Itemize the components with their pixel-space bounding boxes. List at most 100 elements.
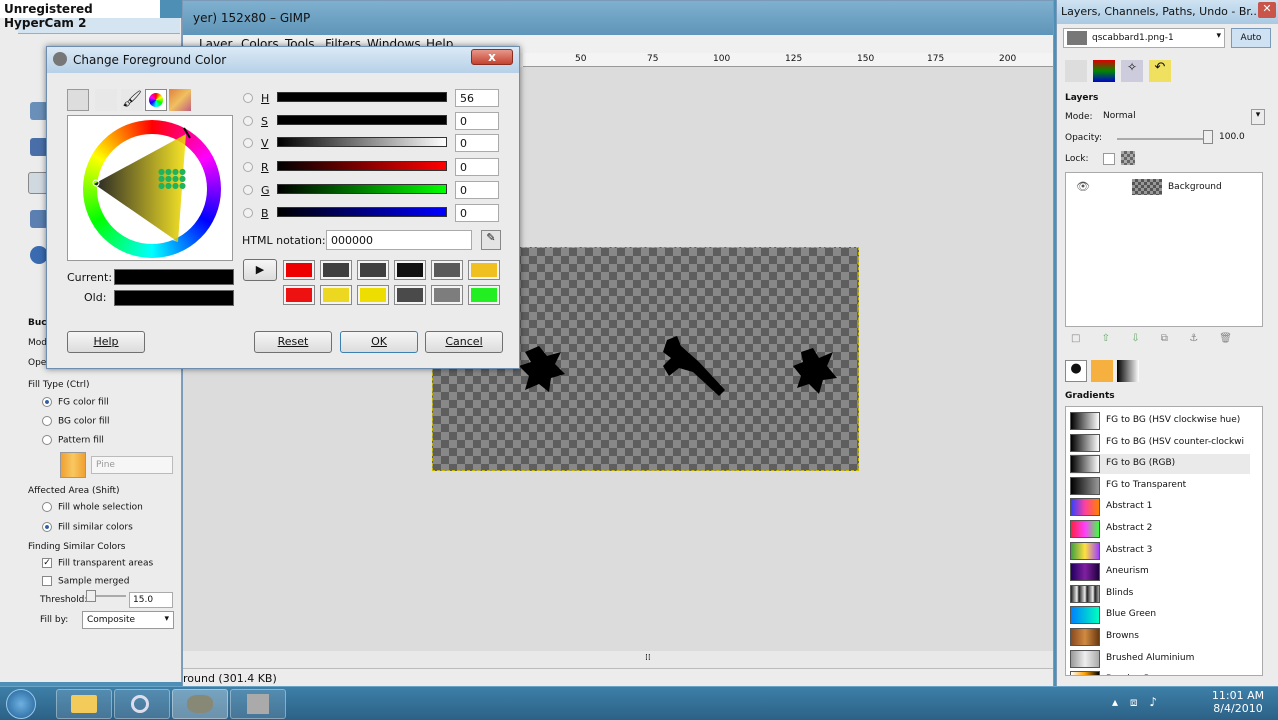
dock-titlebar[interactable]: Layers, Channels, Paths, Undo - Br... bbox=[1057, 0, 1278, 24]
sample-merged-option[interactable]: Sample merged bbox=[42, 576, 129, 587]
watercolor-brush-icon[interactable]: 🖌 bbox=[121, 89, 143, 111]
brushes-tab-icon[interactable]: ● bbox=[1065, 360, 1087, 382]
pattern-fill-option[interactable]: Pattern fill bbox=[42, 435, 104, 446]
green-slider[interactable] bbox=[277, 184, 447, 194]
ok-button[interactable]: OK bbox=[340, 331, 418, 353]
slider-row-value[interactable]: V 0 bbox=[243, 134, 505, 154]
fill-whole-selection-option[interactable]: Fill whole selection bbox=[42, 502, 143, 513]
hypercam-taskbar-icon[interactable] bbox=[230, 689, 286, 719]
checkbox-fill-transparent[interactable]: ✓ bbox=[42, 558, 52, 568]
radio-s[interactable] bbox=[243, 116, 253, 126]
hue-slider[interactable] bbox=[277, 92, 447, 102]
history-swatch[interactable] bbox=[320, 285, 352, 305]
slider-row-blue[interactable]: B 0 bbox=[243, 204, 505, 224]
radio-fill-similar-colors[interactable] bbox=[42, 522, 52, 532]
patterns-tab-icon[interactable] bbox=[1091, 360, 1113, 382]
green-spin[interactable]: 0 bbox=[455, 181, 499, 199]
color-wheel-tab-icon[interactable] bbox=[145, 89, 167, 111]
image-select[interactable]: qscabbard1.png-1 ▾ bbox=[1063, 28, 1225, 48]
radio-fill-whole-selection[interactable] bbox=[42, 502, 52, 512]
undo-tab-icon[interactable]: ↶ bbox=[1149, 60, 1171, 82]
gradient-list-item[interactable]: Brushed Aluminium bbox=[1070, 649, 1250, 669]
dock-close-icon[interactable]: ✕ bbox=[1258, 2, 1276, 18]
gimp-selector-tab-icon[interactable] bbox=[67, 89, 89, 111]
clock[interactable]: 11:01 AM 8/4/2010 bbox=[1210, 689, 1266, 715]
gradient-list-item[interactable]: Blue Green bbox=[1070, 605, 1250, 625]
history-swatch[interactable] bbox=[283, 285, 315, 305]
slider-row-hue[interactable]: H 56 bbox=[243, 89, 505, 109]
gradient-list-item[interactable]: Blinds bbox=[1070, 584, 1250, 604]
radio-h[interactable] bbox=[243, 93, 253, 103]
layer-row-background[interactable]: 👁 Background bbox=[1066, 177, 1262, 199]
start-button[interactable] bbox=[6, 689, 36, 719]
palette-tab-icon[interactable] bbox=[169, 89, 191, 111]
add-to-history-button[interactable]: ▶ bbox=[243, 259, 277, 281]
gradient-list-item[interactable]: FG to BG (RGB) bbox=[1070, 454, 1250, 475]
saturation-slider[interactable] bbox=[277, 115, 447, 125]
close-button[interactable]: x bbox=[471, 49, 513, 65]
radio-g[interactable] bbox=[243, 185, 253, 195]
radio-pattern-fill[interactable] bbox=[42, 435, 52, 445]
cancel-button[interactable]: Cancel bbox=[425, 331, 503, 353]
scrollbar-grip[interactable]: ⁞⁞ bbox=[645, 653, 651, 663]
threshold-spin[interactable]: 15.0 bbox=[129, 592, 173, 608]
gradient-list-item[interactable]: Browns bbox=[1070, 627, 1250, 647]
saturation-spin[interactable]: 0 bbox=[455, 112, 499, 130]
hue-spin[interactable]: 56 bbox=[455, 89, 499, 107]
duplicate-layer-icon[interactable]: ⧉ bbox=[1161, 333, 1168, 344]
slider-row-green[interactable]: G 0 bbox=[243, 181, 505, 201]
fg-color-fill-option[interactable]: FG color fill bbox=[42, 397, 109, 408]
help-button[interactable]: Help bbox=[67, 331, 145, 353]
tray-expand-icon[interactable]: ▴ bbox=[1112, 695, 1118, 709]
fill-by-select[interactable]: Composite ▾ bbox=[82, 611, 174, 629]
layers-toolbar[interactable]: □ ⇧ ⇩ ⧉ ⚓ 🗑 bbox=[1071, 333, 1261, 347]
layers-list[interactable]: 👁 Background bbox=[1065, 172, 1263, 327]
history-swatch[interactable] bbox=[394, 260, 426, 280]
lock-alpha-icon[interactable] bbox=[1121, 151, 1135, 165]
delete-layer-icon[interactable]: 🗑 bbox=[1219, 333, 1232, 344]
color-picker-icon[interactable]: ✎ bbox=[481, 230, 501, 250]
reset-button[interactable]: Reset bbox=[254, 331, 332, 353]
eye-visibility-icon[interactable]: 👁 bbox=[1076, 180, 1090, 193]
html-notation-input[interactable]: 000000 bbox=[326, 230, 472, 250]
explorer-taskbar-icon[interactable] bbox=[56, 689, 112, 719]
red-spin[interactable]: 0 bbox=[455, 158, 499, 176]
gradient-list-item[interactable]: Burning Paper bbox=[1070, 670, 1250, 675]
history-swatch[interactable] bbox=[468, 260, 500, 280]
new-layer-icon[interactable]: □ bbox=[1071, 333, 1080, 344]
value-slider[interactable] bbox=[277, 137, 447, 147]
threshold-slider-handle[interactable] bbox=[86, 590, 96, 602]
gradient-list-item[interactable]: FG to BG (HSV clockwise hue) bbox=[1070, 411, 1250, 431]
gradient-list-item[interactable]: Abstract 3 bbox=[1070, 541, 1250, 561]
radio-fg-color-fill[interactable] bbox=[42, 397, 52, 407]
fill-transparent-option[interactable]: ✓ Fill transparent areas bbox=[42, 558, 153, 569]
gradient-list-item[interactable]: FG to Transparent bbox=[1070, 476, 1250, 496]
history-swatch[interactable] bbox=[394, 285, 426, 305]
lower-layer-icon[interactable]: ⇩ bbox=[1131, 333, 1139, 344]
radio-b[interactable] bbox=[243, 208, 253, 218]
red-slider[interactable] bbox=[277, 161, 447, 171]
bg-color-fill-option[interactable]: BG color fill bbox=[42, 416, 110, 427]
raise-layer-icon[interactable]: ⇧ bbox=[1102, 333, 1110, 344]
radio-r[interactable] bbox=[243, 162, 253, 172]
pattern-name-field[interactable]: Pine bbox=[91, 456, 173, 474]
pattern-swatch[interactable] bbox=[60, 452, 86, 478]
radio-v[interactable] bbox=[243, 138, 253, 148]
gimp-taskbar-icon[interactable] bbox=[172, 689, 228, 719]
network-icon[interactable]: ⧈ bbox=[1130, 695, 1138, 709]
history-swatch[interactable] bbox=[357, 285, 389, 305]
fill-similar-colors-option[interactable]: Fill similar colors bbox=[42, 522, 133, 533]
mode-select[interactable]: Normal ▾ bbox=[1101, 109, 1265, 125]
checkbox-sample-merged[interactable] bbox=[42, 576, 52, 586]
layers-tab-icon[interactable] bbox=[1065, 60, 1087, 82]
anchor-layer-icon[interactable]: ⚓ bbox=[1189, 333, 1198, 344]
gradient-list-item[interactable]: Abstract 1 bbox=[1070, 497, 1250, 517]
slider-row-red[interactable]: R 0 bbox=[243, 158, 505, 178]
blue-spin[interactable]: 0 bbox=[455, 204, 499, 222]
history-swatch[interactable] bbox=[283, 260, 315, 280]
auto-button[interactable]: Auto bbox=[1231, 28, 1271, 48]
history-swatch[interactable] bbox=[431, 260, 463, 280]
gradient-list-item[interactable]: Aneurism bbox=[1070, 562, 1250, 582]
history-swatch[interactable] bbox=[357, 260, 389, 280]
paths-tab-icon[interactable]: ✧ bbox=[1121, 60, 1143, 82]
